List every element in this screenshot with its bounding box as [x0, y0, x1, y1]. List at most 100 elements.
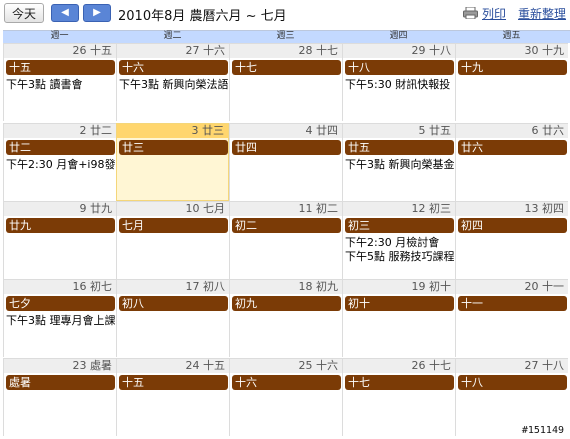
- print-link[interactable]: 列印: [482, 5, 506, 22]
- day-cell-today[interactable]: 3 廿三廿三: [116, 123, 229, 201]
- lunar-day-chip[interactable]: 十六: [232, 375, 341, 390]
- day-cell[interactable]: 11 初二初二: [229, 201, 342, 279]
- prev-period-button[interactable]: ◀: [51, 4, 79, 22]
- weekday-label: 週二: [163, 31, 182, 41]
- day-cell[interactable]: 6 廿六廿六: [455, 123, 568, 201]
- day-cell[interactable]: 9 廿九廿九: [3, 201, 116, 279]
- day-number[interactable]: 6 廿六: [532, 124, 565, 138]
- day-number[interactable]: 27 十八: [525, 359, 565, 373]
- day-number[interactable]: 17 初八: [186, 280, 226, 294]
- calendar-event[interactable]: 下午5點 服務技巧課程: [345, 250, 454, 264]
- day-number[interactable]: 27 十六: [186, 44, 226, 58]
- day-cell[interactable]: 2 廿二廿二下午2:30 月會+i98發: [3, 123, 116, 201]
- day-cell[interactable]: 12 初三初三下午2:30 月檢討會 下午5點 服務技巧課程: [342, 201, 455, 279]
- day-cell[interactable]: 4 廿四廿四: [229, 123, 342, 201]
- day-number[interactable]: 11 初二: [299, 202, 339, 216]
- calendar-event[interactable]: 下午3點 新興向榮法語: [119, 78, 228, 92]
- calendar-event[interactable]: 下午3點 理專月會上課: [6, 314, 115, 328]
- calendar-toolbar: 今天 ◀ ▶ 2010年8月 農曆六月 ~ 七月 列印 重新整理: [0, 0, 570, 28]
- day-number[interactable]: 30 十九: [525, 44, 565, 58]
- day-cell[interactable]: 10 七月七月: [116, 201, 229, 279]
- day-number[interactable]: 26 十五: [73, 44, 113, 58]
- chevron-left-icon: ◀: [61, 7, 69, 18]
- lunar-day-chip[interactable]: 初九: [232, 296, 341, 311]
- day-cell[interactable]: 16 初七七夕下午3點 理專月會上課: [3, 279, 116, 357]
- day-number[interactable]: 28 十七: [299, 44, 339, 58]
- lunar-day-chip[interactable]: 初四: [458, 218, 567, 233]
- lunar-day-chip[interactable]: 十一: [458, 296, 567, 311]
- day-cell[interactable]: 5 廿五廿五下午3點 新興向榮基金: [342, 123, 455, 201]
- next-period-button[interactable]: ▶: [83, 4, 111, 22]
- lunar-day-chip[interactable]: 十九: [458, 60, 567, 75]
- day-cell[interactable]: 13 初四初四: [455, 201, 568, 279]
- day-cell[interactable]: 17 初八初八: [116, 279, 229, 357]
- day-number[interactable]: 9 廿九: [80, 202, 113, 216]
- lunar-day-chip[interactable]: 廿九: [6, 218, 115, 233]
- lunar-day-chip[interactable]: 廿六: [458, 140, 567, 155]
- calendar-event[interactable]: 下午5:30 財訊快報投: [345, 78, 454, 92]
- lunar-day-chip[interactable]: 廿五: [345, 140, 454, 155]
- day-cell[interactable]: 26 十七十七: [342, 358, 455, 436]
- lunar-day-chip[interactable]: 初二: [232, 218, 341, 233]
- day-number[interactable]: 10 七月: [186, 202, 226, 216]
- today-button[interactable]: 今天: [4, 3, 44, 23]
- day-cell[interactable]: 19 初十初十: [342, 279, 455, 357]
- day-number[interactable]: 24 十五: [186, 359, 226, 373]
- lunar-day-chip[interactable]: 十五: [119, 375, 228, 390]
- lunar-day-chip[interactable]: 十七: [345, 375, 454, 390]
- day-number-bar: 17 初八: [117, 280, 229, 294]
- day-number[interactable]: 25 十六: [299, 359, 339, 373]
- day-number-bar: 19 初十: [343, 280, 455, 294]
- day-number[interactable]: 26 十七: [412, 359, 452, 373]
- period-title: 2010年8月 農曆六月 ~ 七月: [118, 9, 287, 24]
- day-number[interactable]: 5 廿五: [419, 124, 452, 138]
- lunar-day-chip[interactable]: 初三: [345, 218, 454, 233]
- lunar-day-chip[interactable]: 十八: [345, 60, 454, 75]
- lunar-day-chip[interactable]: 處暑: [6, 375, 115, 390]
- week-row: 16 初七 七夕 下午3點 理專月會上課 17 初八 初八 18 初九 初九 19 初十 初十 2…: [3, 279, 570, 357]
- day-cell[interactable]: 18 初九初九: [229, 279, 342, 357]
- lunar-day-chip[interactable]: 十五: [6, 60, 115, 75]
- day-cell[interactable]: 27 十六十六下午3點 新興向榮法語: [116, 43, 229, 121]
- day-cell[interactable]: 30 十九十九: [455, 43, 568, 121]
- weekday-header: 週一 週二 週三 週四 週五: [3, 31, 570, 43]
- day-number[interactable]: 23 處暑: [73, 359, 113, 373]
- day-number-bar: 2 廿二: [4, 124, 116, 138]
- day-cell[interactable]: 23 處暑處暑: [3, 358, 116, 436]
- lunar-day-chip[interactable]: 初十: [345, 296, 454, 311]
- lunar-day-chip[interactable]: 廿四: [232, 140, 341, 155]
- day-number[interactable]: 2 廿二: [80, 124, 113, 138]
- calendar-event[interactable]: 下午3點 新興向榮基金: [345, 158, 454, 172]
- day-number[interactable]: 4 廿四: [306, 124, 339, 138]
- day-cell[interactable]: 20 十一十一: [455, 279, 568, 357]
- lunar-day-chip[interactable]: 廿三: [119, 140, 228, 155]
- day-cell[interactable]: 24 十五十五: [116, 358, 229, 436]
- day-number[interactable]: 29 十八: [412, 44, 452, 58]
- lunar-day-chip[interactable]: 初八: [119, 296, 228, 311]
- day-number[interactable]: 16 初七: [73, 280, 113, 294]
- day-number-bar: 28 十七: [230, 44, 342, 58]
- day-cell[interactable]: 26 十五十五下午3點 讀書會: [3, 43, 116, 121]
- day-number[interactable]: 3 廿三: [192, 124, 225, 138]
- day-cell[interactable]: 25 十六十六: [229, 358, 342, 436]
- day-number-bar: 4 廿四: [230, 124, 342, 138]
- calendar-event[interactable]: 下午2:30 月會+i98發: [6, 158, 115, 172]
- lunar-day-chip[interactable]: 廿二: [6, 140, 115, 155]
- lunar-day-chip[interactable]: 七夕: [6, 296, 115, 311]
- refresh-link[interactable]: 重新整理: [518, 5, 566, 22]
- day-number-bar: 3 廿三: [117, 124, 228, 138]
- lunar-day-chip[interactable]: 十七: [232, 60, 341, 75]
- day-cell[interactable]: 28 十七十七: [229, 43, 342, 121]
- day-number[interactable]: 20 十一: [525, 280, 565, 294]
- calendar-event[interactable]: 下午2:30 月檢討會: [345, 236, 454, 250]
- day-cell[interactable]: 29 十八十八下午5:30 財訊快報投: [342, 43, 455, 121]
- day-number[interactable]: 19 初十: [412, 280, 452, 294]
- day-number[interactable]: 13 初四: [525, 202, 565, 216]
- printer-icon: [463, 7, 478, 19]
- lunar-day-chip[interactable]: 十六: [119, 60, 228, 75]
- calendar-event[interactable]: 下午3點 讀書會: [6, 78, 115, 92]
- lunar-day-chip[interactable]: 十八: [458, 375, 567, 390]
- day-number[interactable]: 12 初三: [412, 202, 452, 216]
- day-number[interactable]: 18 初九: [299, 280, 339, 294]
- lunar-day-chip[interactable]: 七月: [119, 218, 228, 233]
